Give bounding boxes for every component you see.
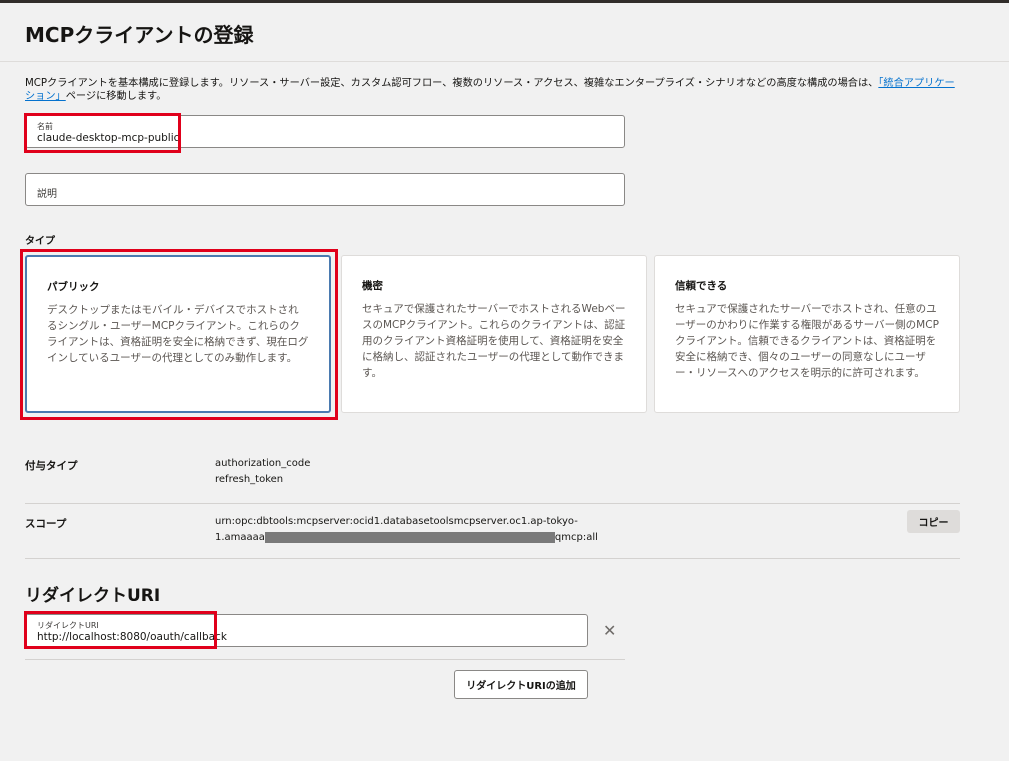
type-section-label: タイプ — [25, 236, 55, 247]
type-card-description: セキュアで保護されたサーバーでホストされるWebベースのMCPクライアント。これ… — [362, 303, 626, 379]
type-card-description: セキュアで保護されたサーバーでホストされ、任意のユーザーのかわりに作業する権限が… — [675, 303, 939, 379]
copy-button[interactable]: コピー — [907, 510, 960, 533]
header-divider — [0, 61, 1009, 62]
redirect-highlight-box — [24, 611, 217, 649]
scope-line-2: 1.amaaaa qmcp:all — [215, 530, 598, 546]
redirect-section-title: リダイレクトURI — [25, 586, 161, 606]
type-card-title: 機密 — [362, 280, 383, 292]
type-card-confidential[interactable]: 機密 セキュアで保護されたサーバーでホストされるWebベースのMCPクライアント… — [341, 255, 647, 413]
row-divider — [25, 659, 625, 660]
description-field-placeholder: 説明 — [37, 189, 57, 200]
type-card-trusted[interactable]: 信頼できる セキュアで保護されたサーバーでホストされ、任意のユーザーのかわりに作… — [654, 255, 960, 413]
row-divider — [25, 558, 960, 559]
row-divider — [25, 503, 960, 504]
type-highlight-box — [20, 249, 338, 420]
grant-type-item: refresh_token — [215, 474, 284, 485]
intro-body: MCPクライアントを基本構成に登録します。リソース・サーバー設定、カスタム認可フ… — [25, 78, 879, 89]
type-card-title: 信頼できる — [675, 280, 728, 292]
scope-line-1: urn:opc:dbtools:mcpserver:ocid1.database… — [215, 516, 578, 527]
scope-line-2-suffix: qmcp:all — [554, 532, 598, 543]
add-redirect-uri-button[interactable]: リダイレクトURIの追加 — [454, 670, 588, 699]
scope-line-2-prefix: 1.amaaaa — [215, 532, 265, 543]
intro-suffix: ページに移動します。 — [65, 91, 167, 102]
grant-types-label: 付与タイプ — [25, 460, 78, 472]
scope-value: urn:opc:dbtools:mcpserver:ocid1.database… — [215, 514, 598, 546]
description-field[interactable]: 説明 — [25, 173, 625, 206]
name-highlight-box — [24, 113, 181, 153]
close-icon[interactable]: ✕ — [603, 622, 616, 640]
scope-label: スコープ — [25, 518, 67, 530]
page-title: MCPクライアントの登録 — [25, 23, 254, 47]
grant-type-item: authorization_code — [215, 458, 311, 469]
grant-types-values: authorization_code refresh_token — [215, 456, 310, 488]
redacted-block — [264, 531, 555, 543]
intro-text: MCPクライアントを基本構成に登録します。リソース・サーバー設定、カスタム認可フ… — [25, 77, 960, 103]
